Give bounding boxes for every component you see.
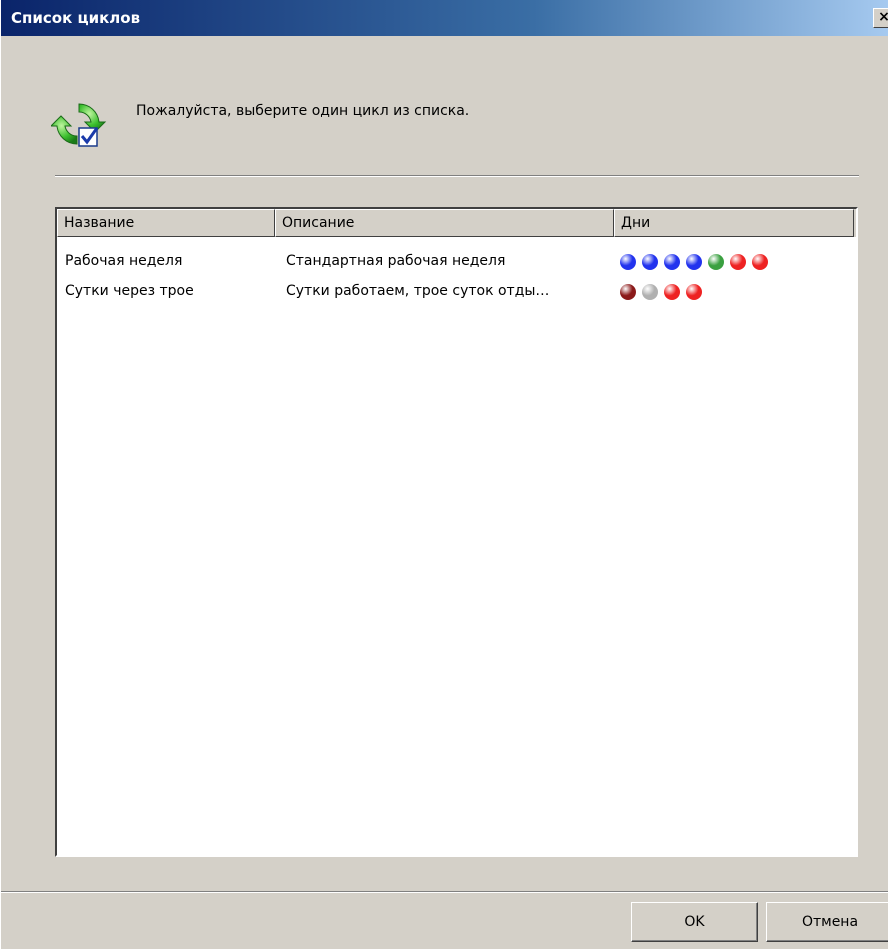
close-button[interactable]: × bbox=[873, 8, 888, 28]
day-indicator-icon bbox=[620, 284, 636, 300]
day-indicator-icon bbox=[686, 284, 702, 300]
cycle-description: Сутки работаем, трое суток отды… bbox=[286, 283, 550, 299]
cycle-refresh-check-icon bbox=[51, 103, 107, 147]
ok-button[interactable]: OK bbox=[631, 902, 758, 942]
day-indicator-icon bbox=[642, 284, 658, 300]
column-header-description[interactable]: Описание bbox=[275, 209, 614, 237]
instruction-text: Пожалуйста, выберите один цикл из списка… bbox=[136, 103, 470, 119]
list-item[interactable]: Сутки через трое Сутки работаем, трое су… bbox=[57, 278, 856, 304]
day-indicator-icon bbox=[664, 254, 680, 270]
cycle-name: Рабочая неделя bbox=[65, 253, 183, 269]
cancel-button[interactable]: Отмена bbox=[766, 902, 888, 942]
day-indicator-icon bbox=[752, 254, 768, 270]
day-indicator-icon bbox=[620, 254, 636, 270]
day-indicator-icon bbox=[664, 284, 680, 300]
close-icon: × bbox=[878, 9, 888, 25]
list-header: Название Описание Дни bbox=[57, 209, 856, 237]
list-item[interactable]: Рабочая неделя Стандартная рабочая недел… bbox=[57, 248, 856, 274]
column-header-name[interactable]: Название bbox=[57, 209, 275, 237]
column-header-days[interactable]: Дни bbox=[614, 209, 854, 237]
footer-divider bbox=[1, 891, 888, 893]
day-indicator-icon bbox=[642, 254, 658, 270]
cycle-name: Сутки через трое bbox=[65, 283, 194, 299]
day-indicator-icon bbox=[686, 254, 702, 270]
cycle-description: Стандартная рабочая неделя bbox=[286, 253, 506, 269]
day-indicator-icon bbox=[708, 254, 724, 270]
day-indicator-icon bbox=[730, 254, 746, 270]
title-bar[interactable]: Список циклов × bbox=[1, 0, 888, 36]
cycle-list-dialog: Список циклов × Пожалуйста, выберите оди… bbox=[0, 0, 888, 949]
header-divider bbox=[55, 175, 859, 177]
cycles-list[interactable]: Название Описание Дни Рабочая неделя Ста… bbox=[55, 207, 858, 857]
window-title: Список циклов bbox=[11, 9, 141, 27]
